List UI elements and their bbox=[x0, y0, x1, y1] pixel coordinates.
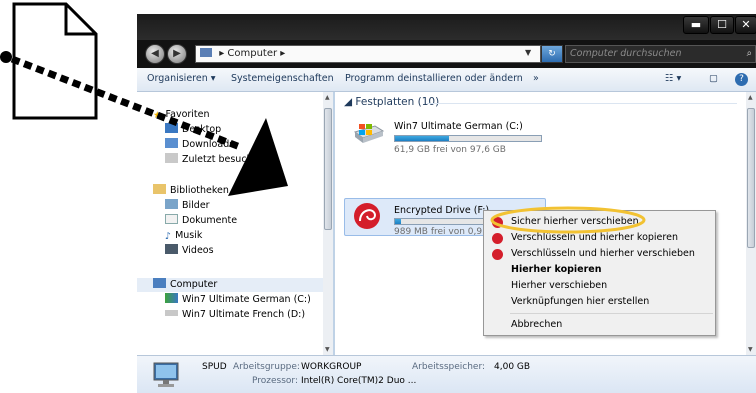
drag-start-dot bbox=[0, 51, 12, 63]
highlight-ring bbox=[490, 206, 646, 234]
annotation-overlay bbox=[0, 2, 646, 234]
arrow-pointer-icon bbox=[228, 118, 288, 196]
